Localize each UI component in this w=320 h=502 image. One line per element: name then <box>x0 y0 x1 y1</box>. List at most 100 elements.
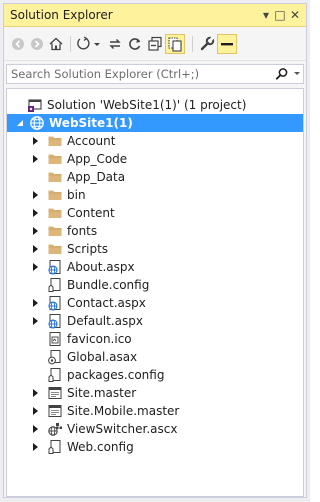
expand-arrow-icon[interactable] <box>33 137 38 145</box>
toolbar-separator <box>192 36 193 52</box>
back-button[interactable] <box>10 36 26 52</box>
tree-item-favicon-ico[interactable]: favicon.ico <box>7 330 303 348</box>
tree-item-label: Scripts <box>67 242 109 256</box>
tree-item-label: Content <box>67 206 115 220</box>
pending-changes-dropdown[interactable] <box>93 36 101 52</box>
config-icon <box>48 440 61 454</box>
forward-button[interactable] <box>29 36 45 52</box>
ascx-icon <box>48 423 62 436</box>
search-options-dropdown[interactable] <box>294 72 300 75</box>
tree-item-viewswitcher-ascx[interactable]: ViewSwitcher.ascx <box>7 420 303 438</box>
expand-arrow-icon[interactable] <box>33 407 38 415</box>
tree-item-label: favicon.ico <box>67 332 132 346</box>
refresh-button[interactable] <box>127 36 143 52</box>
expand-arrow-icon[interactable] <box>33 317 38 325</box>
tree-item-label: Default.aspx <box>67 314 143 328</box>
tree-item-label: Web.config <box>67 440 134 454</box>
solution-tree: Solution 'WebSite1(1)' (1 project) WebSi… <box>6 88 304 497</box>
folder-icon <box>48 136 62 146</box>
expand-arrow-icon[interactable] <box>33 389 38 397</box>
tree-item-label: ViewSwitcher.ascx <box>67 422 178 436</box>
search-input[interactable]: Search Solution Explorer (Ctrl+;) <box>6 64 304 84</box>
tree-item-app-data[interactable]: App_Data <box>7 168 303 186</box>
tree-item-site-mobile-master[interactable]: Site.Mobile.master <box>7 402 303 420</box>
expand-arrow-icon[interactable] <box>33 299 38 307</box>
tree-item-label: Site.master <box>67 386 137 400</box>
refresh-icon <box>129 38 141 50</box>
tree-item-bundle-config[interactable]: Bundle.config <box>7 276 303 294</box>
expand-arrow-icon[interactable] <box>33 425 38 433</box>
master-icon <box>48 387 62 399</box>
collapse-all-button[interactable] <box>147 36 163 52</box>
folder-icon <box>48 226 62 236</box>
expand-arrow-icon[interactable] <box>17 120 23 126</box>
toolbar <box>4 28 306 61</box>
home-button[interactable] <box>48 36 64 52</box>
expand-arrow-icon[interactable] <box>33 227 38 235</box>
tree-item-label: Contact.aspx <box>67 296 146 310</box>
tree-item-label: About.aspx <box>67 260 135 274</box>
tree-item-web-config[interactable]: Web.config <box>7 438 303 456</box>
pending-changes-filter-button[interactable] <box>77 36 93 52</box>
show-all-files-glyph <box>167 36 183 52</box>
tree-item-label: bin <box>67 188 86 202</box>
tree-item-label: App_Data <box>67 170 126 184</box>
search-placeholder: Search Solution Explorer (Ctrl+;) <box>11 67 200 81</box>
folder-icon <box>48 172 62 182</box>
sync-icon <box>109 39 121 49</box>
show-all-files-icon <box>168 37 182 52</box>
aspx-icon <box>48 296 61 311</box>
tree-item-app-code[interactable]: App_Code <box>7 150 303 168</box>
expand-arrow-icon[interactable] <box>33 245 38 253</box>
project-label: WebSite1(1) <box>49 116 133 130</box>
expand-arrow-icon[interactable] <box>33 263 38 271</box>
tree-item-fonts[interactable]: fonts <box>7 222 303 240</box>
solution-explorer-panel: Solution Explorer ▾ □ ✕ Search Solution … <box>3 3 307 498</box>
tree-item-label: Account <box>67 134 116 148</box>
solution-label: Solution 'WebSite1(1)' (1 project) <box>47 98 247 112</box>
tree-item-label: App_Code <box>67 152 128 166</box>
tree-item-account[interactable]: Account <box>7 132 303 150</box>
tree-item-label: Site.Mobile.master <box>67 404 180 418</box>
tree-item-packages-config[interactable]: packages.config <box>7 366 303 384</box>
search-icon[interactable] <box>275 67 289 81</box>
expand-arrow-icon[interactable] <box>33 209 38 217</box>
properties-button[interactable] <box>199 36 215 52</box>
tree-item-contact-aspx[interactable]: Contact.aspx <box>7 294 303 312</box>
tree-item-solution[interactable]: Solution 'WebSite1(1)' (1 project) <box>7 96 303 114</box>
config-icon <box>48 368 61 382</box>
tree-item-project[interactable]: WebSite1(1) <box>7 114 303 132</box>
pending-changes-icon <box>77 36 90 50</box>
expand-arrow-icon[interactable] <box>33 443 38 451</box>
window-position-dropdown-button[interactable]: ▾ <box>260 7 272 23</box>
asax-icon <box>48 350 61 365</box>
tree-item-default-aspx[interactable]: Default.aspx <box>7 312 303 330</box>
close-button[interactable]: ✕ <box>289 7 301 23</box>
tree-item-label: fonts <box>67 224 98 238</box>
home-icon <box>49 37 63 51</box>
solution-icon <box>28 99 42 112</box>
tree-item-scripts[interactable]: Scripts <box>7 240 303 258</box>
expand-arrow-icon[interactable] <box>33 191 38 199</box>
preview-glyph <box>219 36 235 52</box>
sync-with-document-button[interactable] <box>107 36 123 52</box>
tree-item-site-master[interactable]: Site.master <box>7 384 303 402</box>
tree-item-global-asax[interactable]: Global.asax <box>7 348 303 366</box>
maximize-button[interactable]: □ <box>274 7 286 23</box>
folder-icon <box>48 244 62 254</box>
solution-explorer-window: Solution Explorer ▾ □ ✕ Search Solution … <box>0 0 310 502</box>
tree-item-about-aspx[interactable]: About.aspx <box>7 258 303 276</box>
tree-item-bin[interactable]: bin <box>7 186 303 204</box>
title-bar[interactable]: Solution Explorer ▾ □ ✕ <box>4 4 306 27</box>
website-globe-icon <box>30 116 44 130</box>
toolbar-separator <box>70 36 71 52</box>
master-icon <box>48 405 62 417</box>
aspx-icon <box>48 260 61 275</box>
panel-title: Solution Explorer <box>10 8 113 22</box>
expand-arrow-icon[interactable] <box>33 155 38 163</box>
config-icon <box>48 278 61 292</box>
tree-item-content[interactable]: Content <box>7 204 303 222</box>
collapse-all-icon <box>148 36 162 51</box>
tree-item-label: Bundle.config <box>67 278 150 292</box>
folder-icon <box>48 208 62 218</box>
